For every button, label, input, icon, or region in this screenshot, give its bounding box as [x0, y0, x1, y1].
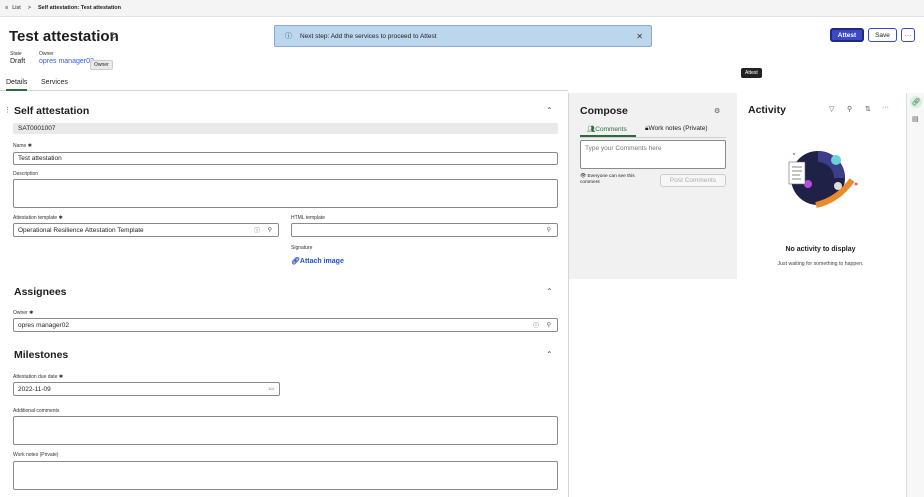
sort-icon[interactable]: ⇅ — [865, 105, 871, 113]
info-icon[interactable]: ⓘ — [533, 321, 539, 330]
close-icon[interactable]: ✕ — [636, 32, 643, 41]
search-icon[interactable]: ⚲ — [268, 227, 272, 234]
compose-panel: Compose ⚙ 👥︎Comments 🔒︎Work notes (Priva… — [569, 93, 737, 279]
owner-tooltip: Owner — [90, 60, 113, 70]
attest-button[interactable]: Attest — [830, 28, 864, 42]
tag-icon[interactable] — [110, 32, 117, 39]
description-textarea[interactable] — [13, 179, 558, 208]
number-value: SAT0001007 — [18, 125, 56, 132]
work-notes-textarea[interactable] — [13, 461, 558, 490]
next-step-toast: ⓘ Next step: Add the services to proceed… — [274, 25, 652, 47]
number-field: SAT0001007 — [13, 123, 558, 134]
toast-message: Next step: Add the services to proceed t… — [300, 32, 437, 40]
save-button[interactable]: Save — [868, 28, 897, 42]
breadcrumb: ≡ List > Self attestation: Test attestat… — [0, 0, 924, 17]
owner-input[interactable]: opres manager02 ⓘ ⚲ — [13, 318, 558, 332]
search-icon[interactable]: ⚲ — [547, 322, 551, 329]
tab-services[interactable]: Services — [41, 79, 68, 86]
more-icon[interactable]: ··· — [882, 104, 889, 111]
activity-title: Activity — [748, 104, 786, 116]
assignee-owner-label: Owner ✱ — [13, 310, 34, 316]
html-template-input[interactable]: ⚲ — [291, 223, 558, 237]
owner-link[interactable]: opres manager02 — [39, 58, 94, 65]
signature-label: Signature — [291, 245, 313, 251]
additional-comments-textarea[interactable] — [13, 416, 558, 445]
template-label: Attestation template ✱ — [13, 215, 63, 221]
name-input[interactable]: Test attestation — [13, 152, 558, 165]
visibility-note: 👁︎ Everyone can see this comment — [580, 174, 635, 185]
list-icon: ≡ — [5, 5, 9, 11]
state-label: State — [10, 51, 22, 57]
search-icon[interactable]: ⚲ — [847, 105, 852, 113]
search-icon[interactable]: ⚲ — [547, 227, 551, 234]
section-title-milestones: Milestones — [14, 349, 69, 361]
calendar-icon[interactable]: ▭ — [268, 386, 274, 393]
empty-activity-subtitle: Just waiting for something to happen. — [777, 261, 864, 267]
template-value: Operational Resilience Attestation Templ… — [18, 226, 144, 234]
name-label: Name ✱ — [13, 143, 32, 149]
collapse-chevron-icon[interactable]: ⌃ — [546, 287, 553, 296]
work-notes-label: Work notes (Private) — [13, 452, 59, 458]
tab-details[interactable]: Details — [6, 79, 28, 91]
paperclip-icon: 🔗︎ — [291, 258, 300, 265]
more-actions-button[interactable]: ··· — [901, 28, 915, 42]
template-input[interactable]: Operational Resilience Attestation Templ… — [13, 223, 279, 237]
breadcrumb-separator: > — [27, 5, 31, 11]
empty-activity-illustration — [788, 151, 858, 208]
filter-icon[interactable]: ▽ — [829, 105, 834, 113]
html-template-label: HTML template — [291, 215, 325, 221]
tab-divider — [580, 137, 726, 138]
eye-icon: 👁︎ — [580, 174, 587, 179]
owner-label: Owner — [39, 51, 54, 57]
info-icon: ⓘ — [285, 33, 292, 40]
document-icon[interactable]: ▤ — [912, 115, 919, 123]
section-title-self-attestation: Self attestation — [14, 105, 90, 117]
due-date-label: Attestation due date ✱ — [13, 374, 64, 380]
section-title-assignees: Assignees — [14, 286, 67, 298]
collapse-chevron-icon[interactable]: ⌃ — [546, 350, 553, 359]
attest-tooltip: Attest — [741, 68, 762, 78]
comment-placeholder: Type your Comments here — [585, 145, 662, 152]
contextual-sidebar: 🔗︎ ▤ — [906, 93, 924, 497]
breadcrumb-current: Self attestation: Test attestation — [38, 5, 122, 11]
name-value: Test attestation — [18, 155, 62, 162]
description-label: Description — [13, 171, 39, 177]
additional-comments-label: Additional comments — [13, 408, 60, 414]
due-date-value: 2022-11-09 — [18, 385, 51, 393]
page-title: Test attestation — [9, 28, 119, 45]
empty-activity-title: No activity to display — [785, 246, 856, 253]
attach-image-link[interactable]: 🔗︎Attach image — [291, 257, 344, 265]
owner-input-value: opres manager02 — [18, 321, 69, 329]
compose-settings-icon[interactable]: ⚙ — [714, 107, 720, 115]
collapse-chevron-icon[interactable]: ⌃ — [546, 106, 553, 115]
tab-comments[interactable]: 👥︎Comments — [587, 125, 627, 133]
form-tabs: Details Services — [0, 76, 568, 91]
compose-title: Compose — [580, 105, 628, 117]
comment-textarea[interactable]: Type your Comments here — [580, 140, 726, 169]
breadcrumb-list-link[interactable]: List — [12, 5, 21, 11]
attachments-icon[interactable]: 🔗︎ — [910, 96, 922, 108]
state-value: Draft — [10, 58, 26, 65]
due-date-input[interactable]: 2022-11-09 ▭ — [13, 382, 280, 396]
tab-work-notes[interactable]: 🔒︎Work notes (Private) — [645, 125, 708, 133]
info-icon[interactable]: ⓘ — [254, 226, 260, 235]
drag-handle-icon[interactable]: ⋮ — [4, 106, 11, 114]
post-comments-button[interactable]: Post Comments — [660, 174, 726, 187]
